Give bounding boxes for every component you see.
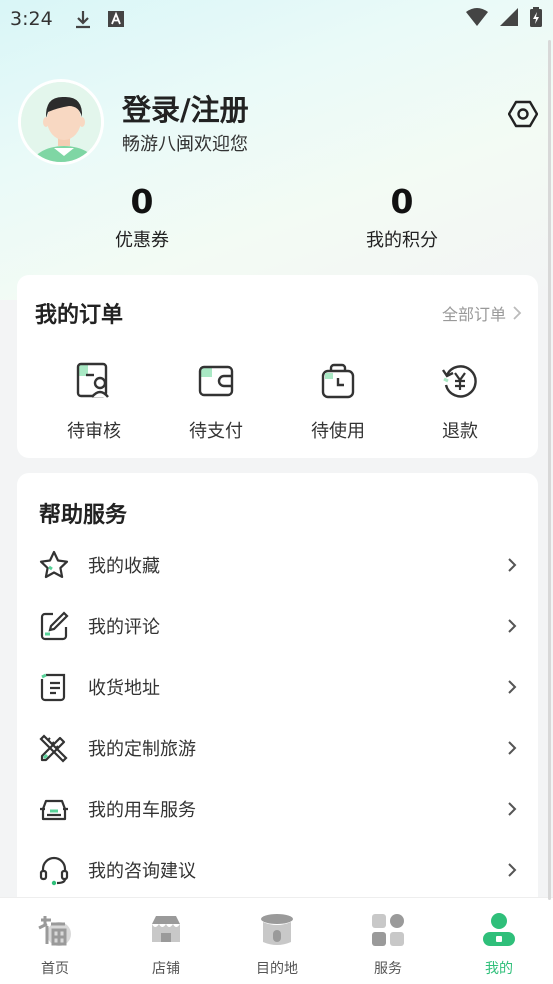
- refund-yen-icon: [440, 361, 480, 401]
- order-pending-use-label: 待使用: [311, 421, 365, 442]
- store-icon: [146, 910, 186, 950]
- chevron-right-icon: [508, 558, 517, 572]
- profile-icon: [479, 910, 519, 950]
- chevron-right-icon: [508, 863, 517, 877]
- chevron-right-icon: [508, 619, 517, 633]
- all-orders-link[interactable]: 全部订单: [442, 301, 522, 325]
- menu-address[interactable]: 收货地址: [17, 662, 538, 712]
- destination-tulou-icon: [257, 910, 297, 950]
- points-label: 我的积分: [366, 230, 438, 251]
- pencil-ruler-icon: [38, 732, 70, 764]
- order-pending-use[interactable]: 待使用: [278, 361, 398, 443]
- orders-card: 我的订单 全部订单 待审核 待支付 待使用 退款: [17, 275, 538, 458]
- headset-icon: [38, 854, 70, 886]
- chevron-right-icon: [508, 741, 517, 755]
- services-grid-icon: [368, 910, 408, 950]
- menu-address-label: 收货地址: [88, 678, 160, 699]
- order-refund[interactable]: 退款: [400, 361, 520, 443]
- menu-comments[interactable]: 我的评论: [17, 601, 538, 651]
- tab-home[interactable]: 首页: [15, 910, 95, 978]
- tab-profile[interactable]: 我的: [459, 910, 539, 978]
- battery-charging-icon: [529, 6, 543, 33]
- wallet-icon: [196, 361, 236, 401]
- tab-store-label: 店铺: [152, 961, 180, 977]
- tab-destination-label: 目的地: [256, 961, 298, 977]
- menu-favorites[interactable]: 我的收藏: [17, 540, 538, 590]
- status-bar: 3:24: [0, 0, 553, 38]
- points-stat[interactable]: 0 我的积分: [322, 182, 482, 252]
- menu-consult[interactable]: 我的咨询建议: [17, 845, 538, 895]
- order-pending-review[interactable]: 待审核: [34, 361, 154, 443]
- tab-profile-label: 我的: [485, 961, 513, 977]
- orders-title: 我的订单: [35, 303, 124, 328]
- menu-consult-label: 我的咨询建议: [88, 861, 196, 882]
- font-a-icon: [107, 10, 125, 28]
- tab-services-label: 服务: [374, 961, 402, 977]
- welcome-text: 畅游八闽欢迎您: [122, 134, 248, 155]
- coupon-count: 0: [130, 182, 154, 221]
- login-register-link[interactable]: 登录/注册: [122, 87, 249, 129]
- status-time: 3:24: [10, 8, 53, 30]
- tab-store[interactable]: 店铺: [126, 910, 206, 978]
- chevron-right-icon: [508, 680, 517, 694]
- help-services-card: 帮助服务 我的收藏 我的评论 收货地址 我的定制旅游 我的用车服务 我的咨询建议: [17, 473, 538, 913]
- wifi-icon: [465, 7, 489, 32]
- stats-row: 0 优惠券 0 我的积分: [0, 182, 553, 254]
- order-refund-label: 退款: [442, 421, 478, 442]
- menu-favorites-label: 我的收藏: [88, 556, 160, 577]
- clock-bag-icon: [318, 361, 358, 401]
- all-orders-label: 全部订单: [441, 305, 506, 324]
- help-title: 帮助服务: [39, 503, 128, 528]
- points-count: 0: [390, 182, 414, 221]
- menu-custom-travel[interactable]: 我的定制旅游: [17, 723, 538, 773]
- address-note-icon: [38, 671, 70, 703]
- bottom-tab-bar: 首页 店铺 目的地 服务 我的: [0, 897, 553, 984]
- scrollbar[interactable]: [548, 40, 551, 900]
- car-seat-icon: [38, 793, 70, 825]
- coupon-stat[interactable]: 0 优惠券: [62, 182, 222, 252]
- menu-comments-label: 我的评论: [88, 617, 160, 638]
- edit-icon: [38, 610, 70, 642]
- settings-hexagon-icon[interactable]: [507, 99, 539, 129]
- order-pending-payment-label: 待支付: [189, 421, 243, 442]
- tab-home-label: 首页: [41, 961, 69, 977]
- profile-header: 登录/注册 畅游八闽欢迎您: [18, 79, 539, 169]
- order-pending-payment[interactable]: 待支付: [156, 361, 276, 443]
- chevron-right-icon: [508, 802, 517, 816]
- signal-icon: [499, 7, 519, 32]
- star-icon: [38, 549, 70, 581]
- avatar[interactable]: [18, 79, 104, 165]
- tab-services[interactable]: 服务: [348, 910, 428, 978]
- menu-car-service-label: 我的用车服务: [88, 800, 196, 821]
- review-icon: [74, 361, 114, 401]
- menu-car-service[interactable]: 我的用车服务: [17, 784, 538, 834]
- chevron-right-icon: [513, 306, 522, 320]
- home-fu-icon: [35, 910, 75, 950]
- download-icon: [73, 9, 93, 29]
- tab-destination[interactable]: 目的地: [237, 910, 317, 978]
- menu-custom-travel-label: 我的定制旅游: [88, 739, 196, 760]
- order-pending-review-label: 待审核: [67, 421, 121, 442]
- coupon-label: 优惠券: [115, 230, 169, 251]
